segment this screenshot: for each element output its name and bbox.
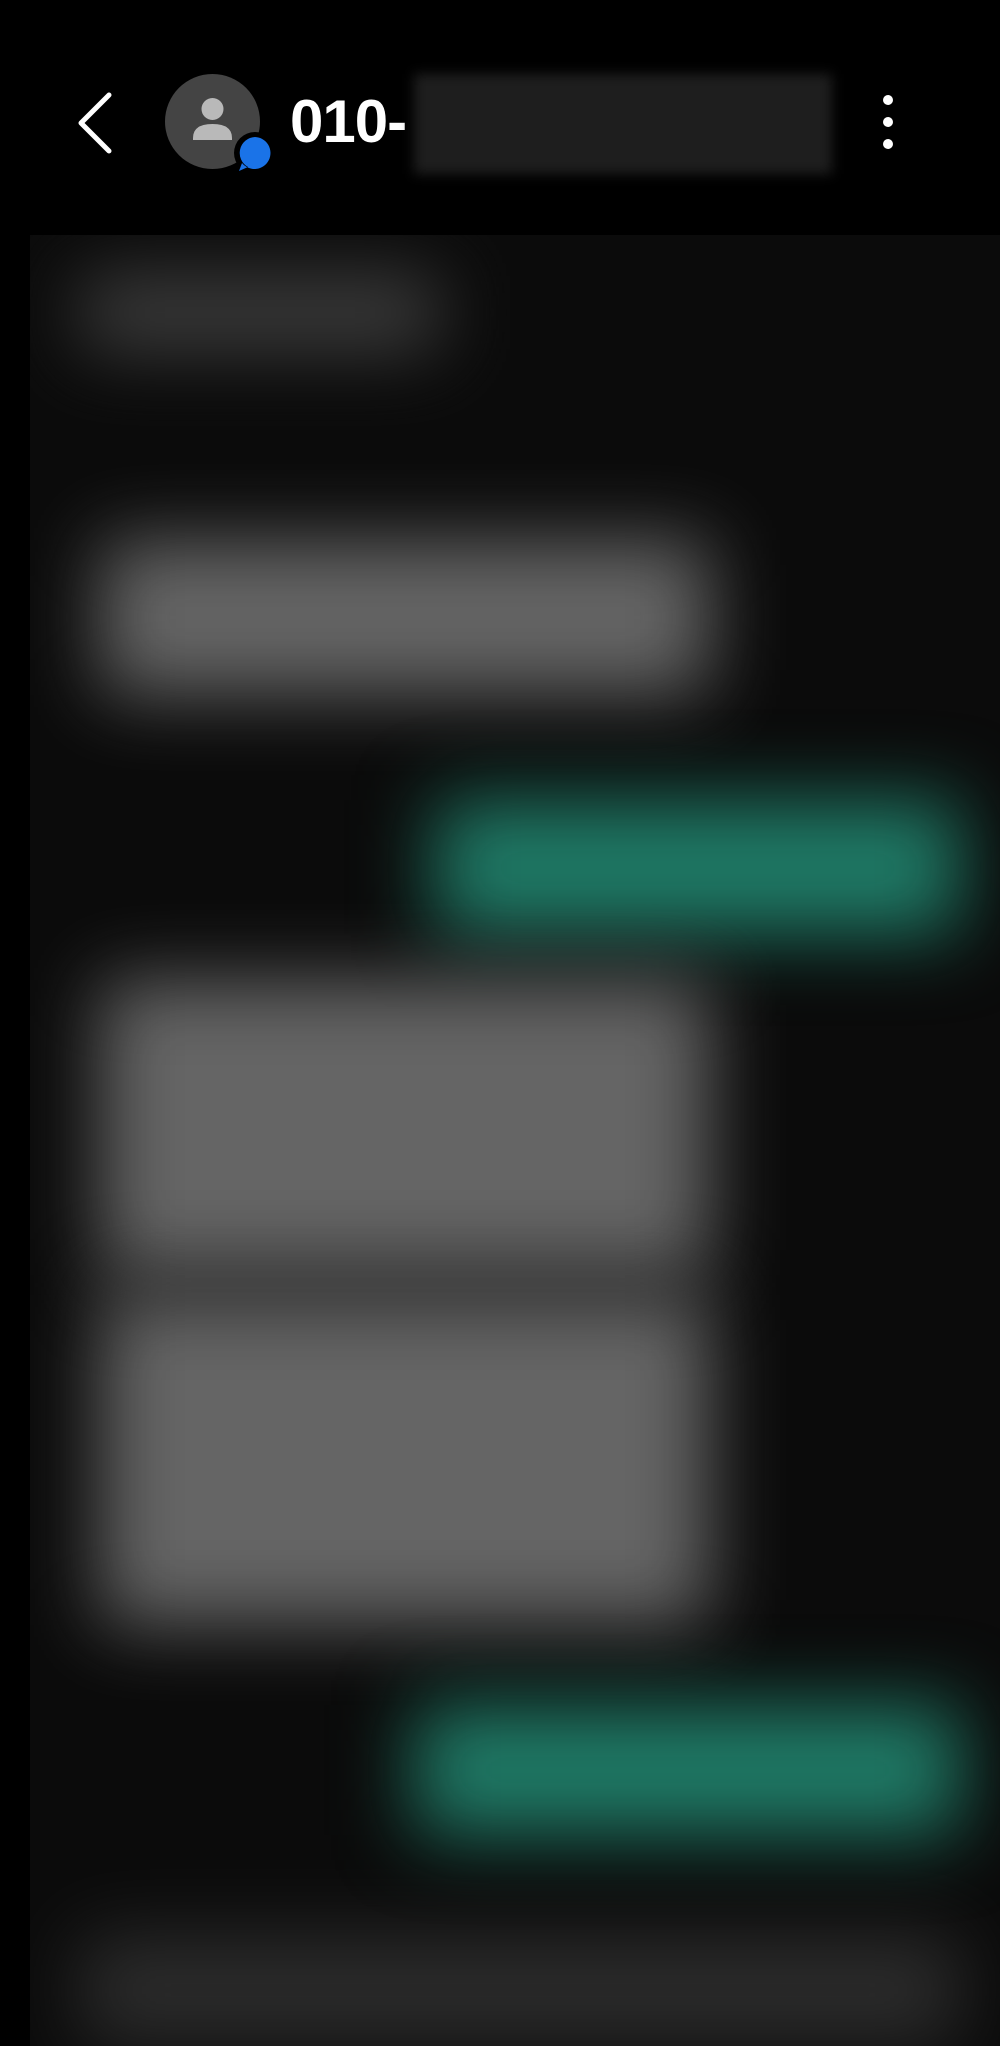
avatar[interactable]: [165, 74, 276, 174]
back-button[interactable]: [60, 78, 130, 168]
more-vertical-icon: [883, 95, 893, 149]
contact-name: 010-: [290, 88, 407, 155]
message-list[interactable]: [30, 235, 1000, 2046]
conversation-header: 010-: [0, 0, 1000, 240]
message-bubble-outgoing: [435, 800, 960, 935]
chat-bubble-icon: [234, 132, 276, 174]
message-bubble-incoming: [80, 1935, 960, 2045]
message-bubble-incoming: [100, 1295, 710, 1625]
message-bubble-incoming: [100, 980, 710, 1275]
redacted-number: [414, 74, 832, 174]
more-options-button[interactable]: [860, 84, 916, 160]
message-bubble-incoming: [100, 540, 710, 695]
message-bubble-incoming: [80, 275, 440, 350]
chevron-left-icon: [78, 92, 112, 154]
message-bubble-outgoing: [415, 1705, 960, 1835]
